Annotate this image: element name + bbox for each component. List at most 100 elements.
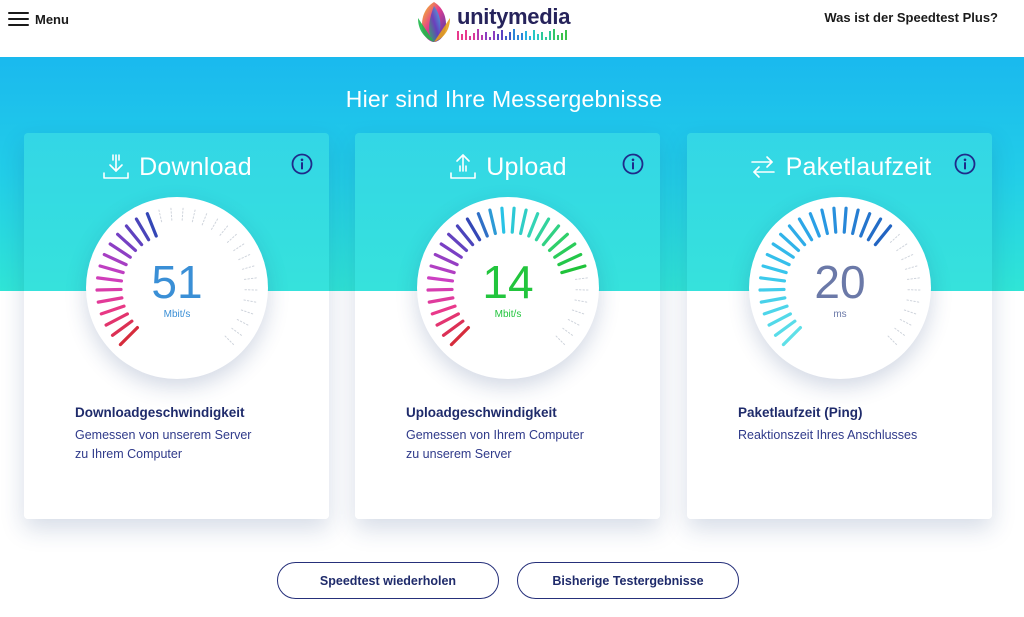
ping-card: Paketlaufzeit 20 ms Paketlaufzeit (Ping)…	[687, 133, 992, 519]
speedtest-plus-info-link[interactable]: Was ist der Speedtest Plus?	[824, 10, 998, 25]
ping-gauge: 20 ms	[749, 197, 931, 379]
upload-card: Upload 14 Mbit/s Uploadgeschwindigkeit G…	[355, 133, 660, 519]
card-header: Paketlaufzeit	[687, 149, 992, 185]
equalizer-bar	[489, 37, 491, 40]
upload-icon	[448, 152, 478, 182]
gauge-tick-active	[820, 208, 829, 236]
gauge-tick-active	[771, 242, 795, 259]
gauge-tick	[191, 209, 196, 223]
card-title: Upload	[486, 152, 567, 181]
gauge-tick-active	[519, 208, 528, 236]
info-icon[interactable]	[954, 153, 976, 175]
logo-equalizer-icon	[457, 29, 567, 40]
card-description: Uploadgeschwindigkeit Gemessen von Ihrem…	[406, 405, 646, 464]
gauge-tick-active	[124, 224, 144, 247]
gauge-tick-active	[859, 212, 872, 238]
gauge-tick	[181, 207, 184, 221]
equalizer-bar	[541, 32, 543, 40]
equalizer-bar	[465, 30, 467, 40]
gauge-tick-active	[553, 242, 577, 259]
gauge-tick-active	[832, 206, 838, 234]
description-title: Downloadgeschwindigkeit	[75, 405, 245, 420]
equalizer-bar	[473, 33, 475, 40]
equalizer-bar	[517, 35, 519, 40]
gauge-tick-active	[808, 212, 821, 238]
menu-button[interactable]: Menu	[8, 8, 69, 30]
equalizer-bar	[505, 36, 507, 40]
page-title: Hier sind Ihre Messergebnisse	[345, 86, 663, 112]
unitymedia-logo[interactable]: unitymedia	[412, 0, 572, 44]
previous-results-button[interactable]: Bisherige Testergebnisse	[517, 562, 739, 599]
equalizer-bar	[469, 36, 471, 40]
description-line: Gemessen von Ihrem Computer	[406, 428, 584, 442]
equalizer-bar	[533, 30, 535, 40]
gauge-tick-active	[439, 242, 463, 259]
equalizer-bar	[549, 31, 551, 40]
header: Menu unitymedia Was ist der Speedtest Pl…	[0, 0, 1024, 57]
gauge-tick	[555, 335, 566, 346]
equalizer-bar	[529, 36, 531, 40]
equalizer-bar	[493, 31, 495, 40]
gauge-tick	[567, 318, 580, 326]
equalizer-bar	[537, 34, 539, 40]
gauge-tick-active	[449, 325, 471, 347]
gauge-tick-active	[488, 208, 497, 236]
gauge-tick-active	[116, 232, 138, 253]
upload-gauge: 14 Mbit/s	[417, 197, 599, 379]
repeat-speedtest-button[interactable]: Speedtest wiederholen	[277, 562, 499, 599]
equalizer-bar	[501, 30, 503, 40]
gauge-tick	[896, 243, 908, 252]
gauge-tick	[170, 207, 173, 221]
gauge-tick-active	[797, 217, 814, 242]
gauge-tick	[224, 335, 235, 346]
gauge-tick-active	[441, 319, 465, 337]
description-line: zu unserem Server	[406, 447, 512, 461]
equalizer-bar	[561, 33, 563, 40]
gauge-tick-active	[781, 325, 803, 347]
gauge-tick-active	[534, 217, 551, 242]
equalizer-bar	[513, 29, 515, 40]
info-icon[interactable]	[622, 153, 644, 175]
equalizer-bar	[497, 34, 499, 40]
menu-label: Menu	[35, 11, 69, 27]
gauge-tick-active	[866, 217, 883, 242]
gauge-tick-active	[541, 224, 561, 247]
equalizer-bar	[481, 35, 483, 40]
description-line: Reaktionszeit Ihres Anschlusses	[738, 428, 918, 442]
equalizer-bar	[553, 29, 555, 40]
gauge-unit: Mbit/s	[163, 309, 191, 320]
description-line: Gemessen von unserem Server	[75, 428, 252, 442]
download-icon	[101, 152, 131, 182]
equalizer-bar	[565, 30, 567, 40]
gauge-tick-active	[842, 206, 848, 234]
ping-arrows-icon	[748, 152, 778, 182]
download-gauge: 51 Mbit/s	[86, 197, 268, 379]
gauge-tick	[894, 327, 905, 336]
info-icon[interactable]	[291, 153, 313, 175]
gauge-tick	[887, 335, 898, 346]
equalizer-bar	[521, 33, 523, 40]
gauge-tick-active	[118, 325, 140, 347]
card-title: Download	[139, 152, 252, 181]
equalizer-bar	[557, 35, 559, 40]
gauge-tick-active	[773, 319, 797, 337]
gauge-tick-active	[110, 319, 134, 337]
hamburger-icon	[8, 11, 29, 27]
card-header: Upload	[355, 149, 660, 185]
gauge-value: 51	[151, 256, 203, 308]
gauge-tick	[236, 318, 249, 326]
gauge-tick	[201, 213, 208, 226]
gauge-tick-active	[500, 206, 506, 234]
card-title: Paketlaufzeit	[785, 152, 932, 181]
card-description: Paketlaufzeit (Ping) Reaktionszeit Ihres…	[738, 405, 978, 445]
gauge-tick	[233, 243, 245, 252]
gauge-tick-active	[779, 232, 801, 253]
gauge-tick-active	[447, 232, 469, 253]
gauge-tick-active	[787, 224, 807, 247]
gauge-tick-active	[455, 224, 475, 247]
equalizer-bar	[545, 37, 547, 40]
gauge-unit: Mbit/s	[494, 309, 522, 320]
equalizer-bar	[457, 31, 459, 40]
gauge-tick	[889, 233, 900, 243]
card-description: Downloadgeschwindigkeit Gemessen von uns…	[75, 405, 315, 464]
